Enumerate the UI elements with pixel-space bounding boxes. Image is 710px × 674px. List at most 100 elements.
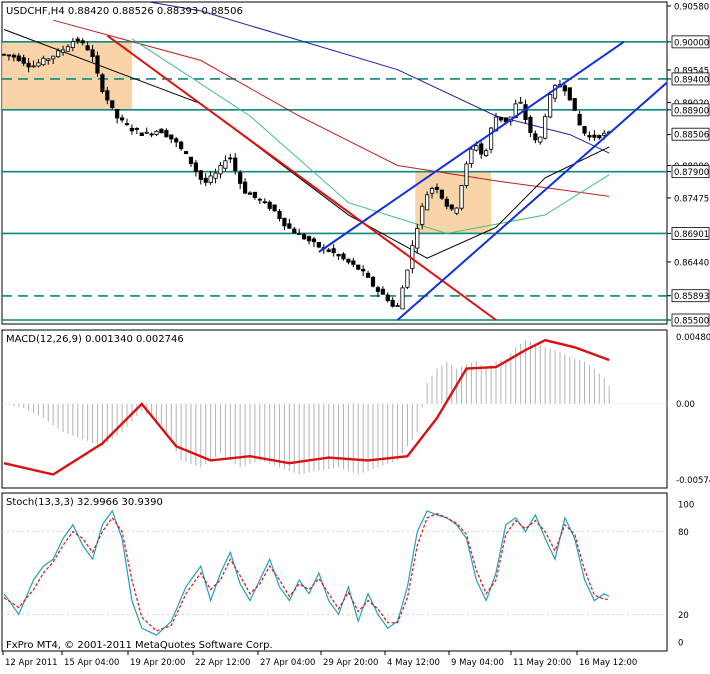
candle-body[interactable] — [429, 187, 435, 194]
candle-body[interactable] — [311, 238, 317, 243]
candle-body[interactable] — [46, 58, 51, 61]
candle-body[interactable] — [425, 194, 430, 211]
candle-body[interactable] — [341, 253, 346, 260]
candle-body[interactable] — [100, 74, 105, 92]
candle-body[interactable] — [198, 170, 203, 180]
candle-body[interactable] — [105, 90, 110, 101]
candle-body[interactable] — [390, 299, 395, 307]
candle-body[interactable] — [469, 148, 474, 164]
candle-body[interactable] — [523, 104, 528, 121]
candle-body[interactable] — [228, 157, 233, 160]
candle-body[interactable] — [434, 186, 440, 190]
candle-body[interactable] — [41, 57, 46, 66]
candle-body[interactable] — [56, 50, 61, 58]
candle-body[interactable] — [361, 268, 366, 272]
candle-body[interactable] — [36, 62, 41, 67]
candle-body[interactable] — [208, 175, 213, 183]
candle-body[interactable] — [543, 116, 548, 139]
candle-body[interactable] — [149, 133, 154, 136]
candle-body[interactable] — [238, 172, 243, 184]
candle-body[interactable] — [51, 55, 56, 60]
candle-body[interactable] — [459, 185, 464, 209]
candle-body[interactable] — [277, 210, 282, 220]
candle-body[interactable] — [124, 123, 130, 126]
candle-body[interactable] — [316, 242, 321, 248]
candle-body[interactable] — [218, 165, 223, 175]
candle-body[interactable] — [439, 189, 444, 199]
candle-body[interactable] — [528, 116, 533, 133]
candle-body[interactable] — [75, 38, 80, 42]
candle-body[interactable] — [592, 134, 597, 138]
candle-body[interactable] — [420, 205, 425, 225]
chart-canvas[interactable]: 0.905800.900000.895450.894000.890200.889… — [0, 0, 710, 670]
candle-body[interactable] — [110, 100, 115, 108]
candle-body[interactable] — [351, 260, 356, 265]
candle-body[interactable] — [16, 55, 21, 62]
candle-body[interactable] — [292, 228, 297, 234]
candle-body[interactable] — [562, 85, 567, 92]
candle-body[interactable] — [169, 134, 174, 140]
candle-body[interactable] — [144, 131, 149, 134]
candle-body[interactable] — [26, 62, 31, 68]
candle-body[interactable] — [375, 287, 381, 292]
candle-body[interactable] — [572, 98, 577, 111]
candle-body[interactable] — [306, 236, 312, 242]
candle-body[interactable] — [115, 109, 120, 119]
candle-body[interactable] — [179, 141, 184, 150]
candle-body[interactable] — [262, 201, 267, 204]
candle-body[interactable] — [129, 127, 135, 132]
candle-body[interactable] — [134, 128, 139, 130]
candle-body[interactable] — [582, 126, 587, 134]
candle-body[interactable] — [449, 204, 454, 210]
candle-body[interactable] — [488, 127, 494, 150]
candle-body[interactable] — [464, 163, 469, 186]
candle-body[interactable] — [587, 134, 592, 138]
candle-body[interactable] — [577, 113, 582, 126]
candle-body[interactable] — [65, 46, 71, 52]
candle-body[interactable] — [567, 87, 572, 101]
candle-body[interactable] — [395, 305, 400, 308]
candle-body[interactable] — [242, 181, 248, 194]
candle-body[interactable] — [31, 65, 36, 68]
candle-body[interactable] — [346, 258, 351, 263]
candle-body[interactable] — [415, 228, 420, 249]
candle-body[interactable] — [183, 151, 189, 155]
candle-body[interactable] — [252, 191, 258, 198]
candle-body[interactable] — [6, 54, 12, 57]
candle-body[interactable] — [538, 136, 543, 143]
candle-body[interactable] — [474, 145, 479, 151]
candle-body[interactable] — [370, 276, 376, 287]
candle-body[interactable] — [282, 217, 287, 227]
candle-body[interactable] — [247, 192, 253, 195]
candle-body[interactable] — [272, 204, 277, 212]
candle-body[interactable] — [385, 294, 390, 302]
candle-body[interactable] — [85, 45, 90, 51]
candle-body[interactable] — [444, 198, 449, 207]
candle-body[interactable] — [331, 248, 336, 254]
candle-body[interactable] — [174, 138, 179, 143]
candle-body[interactable] — [11, 54, 16, 58]
candle-body[interactable] — [159, 128, 164, 134]
candle-body[interactable] — [2, 53, 7, 56]
candle-body[interactable] — [380, 288, 385, 295]
candle-body[interactable] — [233, 157, 238, 172]
candle-body[interactable] — [405, 269, 410, 288]
candle-body[interactable] — [454, 207, 459, 214]
candle-body[interactable] — [95, 55, 100, 74]
candle-body[interactable] — [297, 233, 302, 235]
candle-body[interactable] — [267, 201, 272, 209]
candle-body[interactable] — [188, 156, 194, 164]
candle-body[interactable] — [365, 272, 371, 278]
candle-body[interactable] — [533, 133, 538, 141]
candle-body[interactable] — [257, 198, 262, 201]
candle-body[interactable] — [400, 287, 405, 310]
candle-body[interactable] — [154, 130, 159, 135]
candle-body[interactable] — [60, 49, 66, 53]
candle-body[interactable] — [90, 49, 95, 58]
candle-body[interactable] — [518, 101, 523, 104]
candle-body[interactable] — [21, 57, 26, 64]
candle-body[interactable] — [203, 177, 208, 183]
candle-body[interactable] — [164, 130, 169, 138]
candle-body[interactable] — [223, 160, 228, 169]
candle-body[interactable] — [479, 143, 484, 155]
